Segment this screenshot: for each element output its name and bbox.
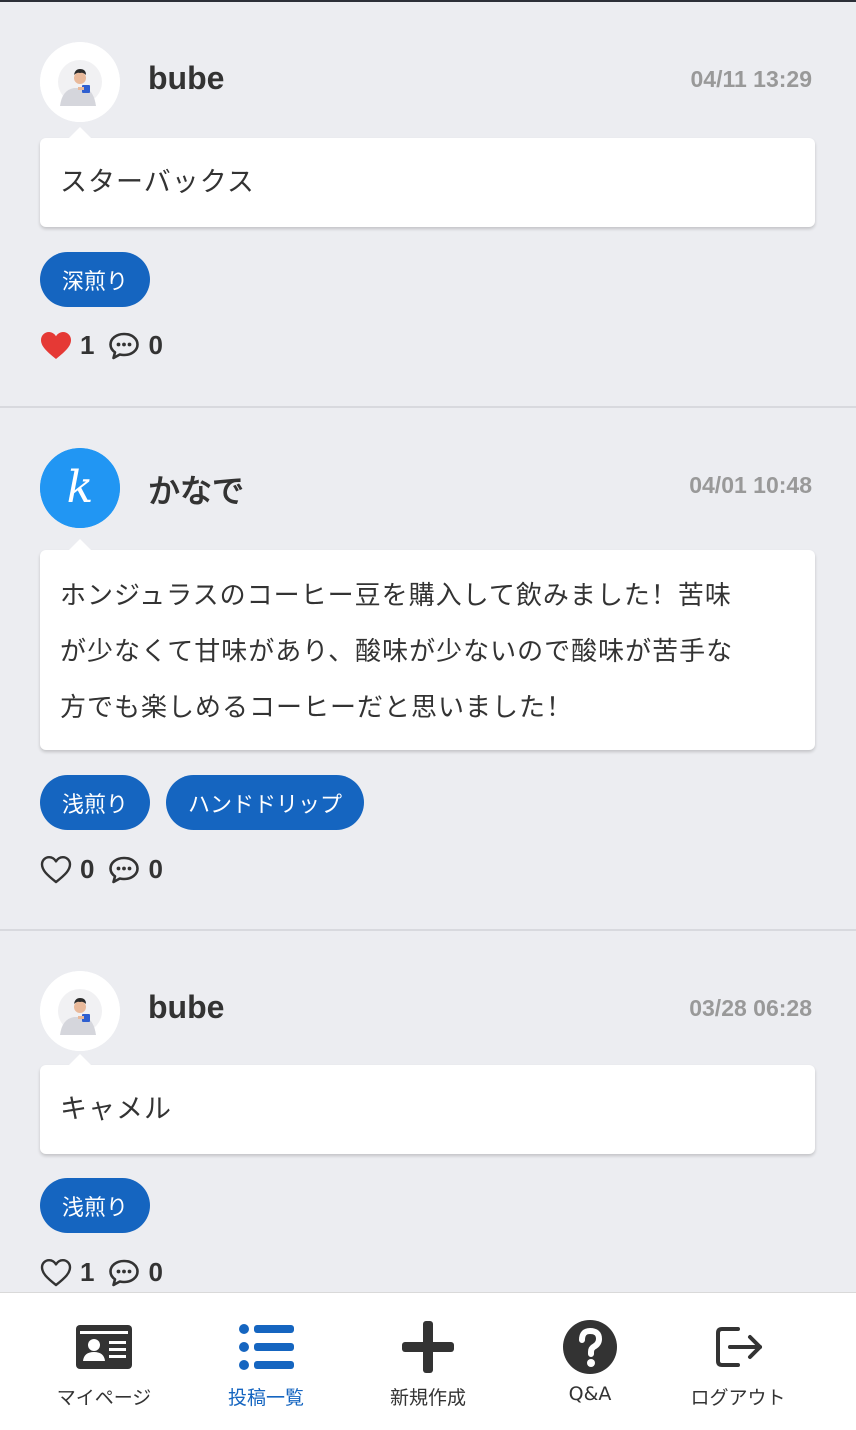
logout-icon: [716, 1327, 762, 1367]
person-avatar-icon: [40, 971, 120, 1051]
post-header: bube 03/28 06:28: [40, 971, 812, 1051]
post-text: スターバックス: [60, 167, 255, 198]
comment-icon[interactable]: [108, 1258, 140, 1288]
id-card-icon: [76, 1325, 132, 1369]
nav-logout[interactable]: ログアウト: [658, 1319, 818, 1410]
post-timestamp: 04/11 13:29: [690, 66, 812, 92]
user-avatar[interactable]: [40, 42, 120, 122]
nav-label: 投稿一覧: [227, 1387, 304, 1409]
post-text-line: 方でも楽しめるコーヒーだと思いました！: [60, 693, 574, 723]
tag-chip[interactable]: ハンドドリップ: [166, 775, 365, 830]
user-avatar[interactable]: [40, 971, 120, 1051]
tag-chip[interactable]: 浅煎り: [40, 775, 151, 830]
heart-filled-icon[interactable]: [40, 331, 72, 361]
reaction-bar: 1 0: [40, 1257, 177, 1288]
post-timestamp: 04/01 10:48: [689, 472, 812, 498]
comment-icon[interactable]: [108, 331, 140, 361]
comment-icon[interactable]: [108, 855, 140, 885]
like-count: 1: [80, 1257, 95, 1287]
person-avatar-icon: [40, 42, 120, 122]
nav-new-post[interactable]: 新規作成: [348, 1319, 508, 1410]
nav-label: ログアウト: [690, 1387, 786, 1409]
username[interactable]: bube: [148, 989, 224, 1026]
username[interactable]: かなで: [148, 466, 244, 512]
tag-chip[interactable]: 浅煎り: [40, 1178, 151, 1233]
post-text: キャメル: [60, 1094, 172, 1125]
nav-label: Q&A: [568, 1383, 612, 1405]
like-count: 0: [80, 854, 95, 884]
heart-outline-icon[interactable]: [40, 1258, 72, 1288]
nav-posts[interactable]: 投稿一覧: [186, 1319, 346, 1410]
post-card: bube 04/11 13:29 スターバックス 深煎り 1 0: [0, 2, 856, 408]
letter-k-avatar-icon: k: [40, 448, 120, 528]
nav-label: マイページ: [56, 1387, 152, 1409]
bottom-nav: マイページ 投稿一覧 新規作成 Q&A ログアウト: [0, 1292, 856, 1430]
tag-list: 深煎り: [40, 252, 151, 307]
post-body[interactable]: スターバックス: [40, 127, 815, 227]
post-card: bube 03/28 06:28 キャメル 浅煎り 1 0: [0, 931, 856, 1292]
post-card: k かなで 04/01 10:48 ホンジュラスのコーヒー豆を購入して飲みました…: [0, 408, 856, 931]
post-text-line: が少なくて甘味があり、酸味が少ないので酸味が苦手な: [60, 637, 734, 667]
post-feed[interactable]: bube 04/11 13:29 スターバックス 深煎り 1 0 k かなで 0…: [0, 2, 856, 1292]
user-avatar[interactable]: k: [40, 448, 120, 528]
comment-count: 0: [148, 854, 163, 884]
post-body[interactable]: ホンジュラスのコーヒー豆を購入して飲みました！苦味 が少なくて甘味があり、酸味が…: [40, 539, 815, 750]
post-header: k かなで 04/01 10:48: [40, 448, 812, 528]
heart-outline-icon[interactable]: [40, 855, 72, 885]
tag-chip[interactable]: 深煎り: [40, 252, 151, 307]
username[interactable]: bube: [148, 60, 224, 97]
comment-count: 0: [148, 330, 163, 360]
post-header: bube 04/11 13:29: [40, 42, 812, 122]
avatar-letter: k: [67, 462, 94, 513]
nav-label: 新規作成: [389, 1387, 466, 1409]
question-circle-icon: [563, 1320, 617, 1374]
reaction-bar: 1 0: [40, 330, 177, 361]
plus-icon: [402, 1321, 454, 1373]
nav-qa[interactable]: Q&A: [510, 1319, 670, 1405]
post-text-line: ホンジュラスのコーヒー豆を購入して飲みました！苦味: [60, 581, 732, 611]
post-timestamp: 03/28 06:28: [689, 995, 812, 1021]
tag-list: 浅煎り: [40, 1178, 151, 1233]
comment-count: 0: [148, 1257, 163, 1287]
post-body[interactable]: キャメル: [40, 1054, 815, 1154]
tag-list: 浅煎り ハンドドリップ: [40, 775, 365, 830]
list-icon: [239, 1324, 294, 1370]
reaction-bar: 0 0: [40, 854, 177, 885]
nav-mypage[interactable]: マイページ: [24, 1319, 184, 1410]
like-count: 1: [80, 330, 95, 360]
